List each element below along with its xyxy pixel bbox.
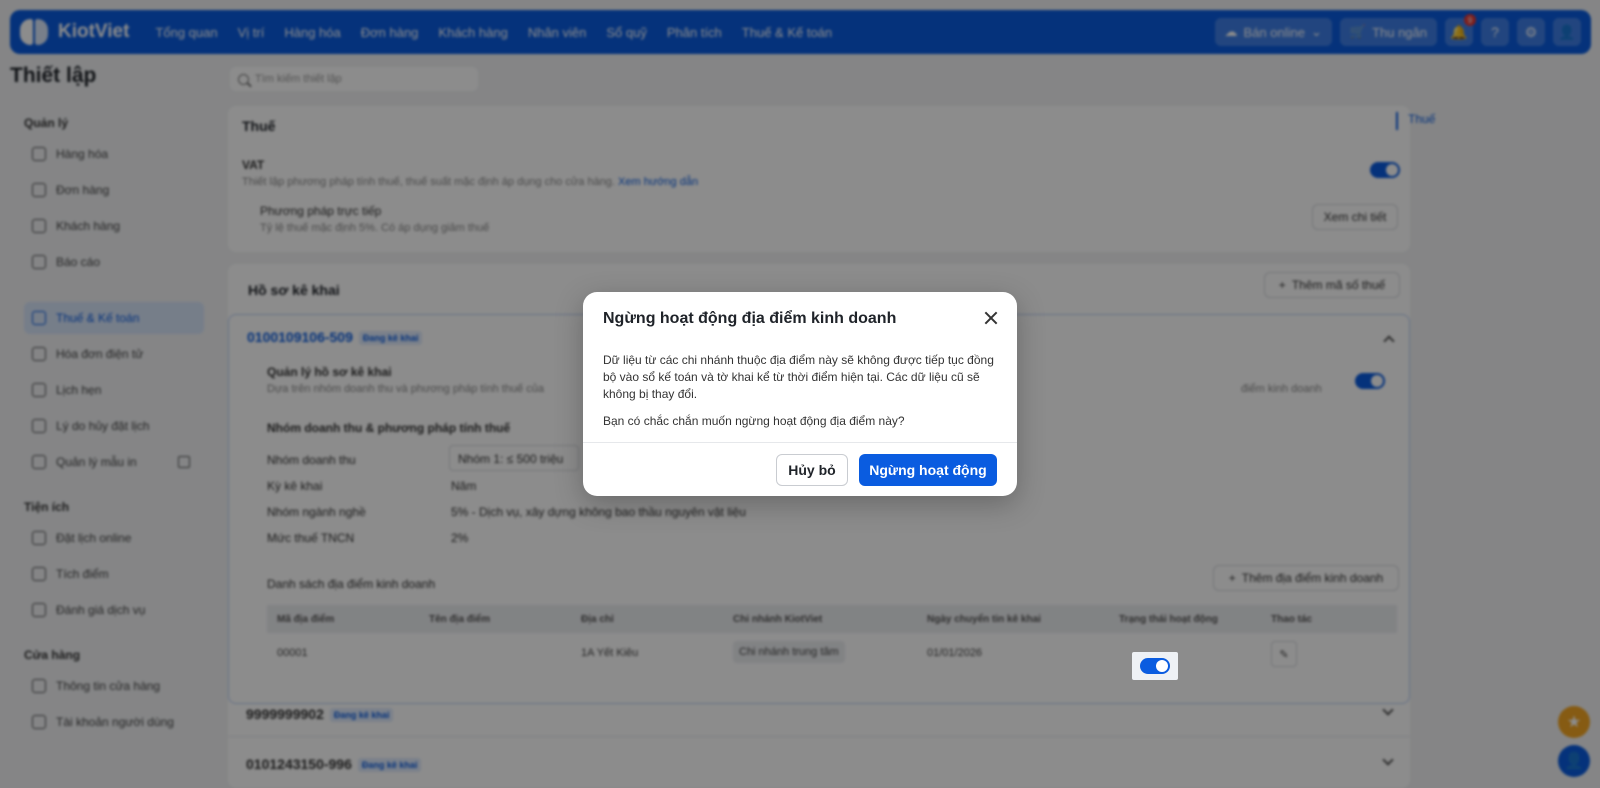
dialog-question: Bạn có chắc chắn muốn ngừng hoạt động đị… (603, 414, 905, 428)
dialog-message: Dữ liệu từ các chi nhánh thuộc địa điểm … (603, 353, 994, 401)
deactivate-location-dialog: Ngừng hoạt động địa điểm kinh doanh Dữ l… (583, 292, 1017, 496)
deactivate-button[interactable]: Ngừng hoạt động (859, 454, 997, 486)
dialog-divider (583, 442, 1017, 443)
status-toggle-highlight (1132, 652, 1178, 680)
close-icon[interactable] (981, 308, 1001, 328)
dialog-title: Ngừng hoạt động địa điểm kinh doanh (603, 310, 897, 327)
location-status-toggle[interactable] (1140, 658, 1170, 674)
cancel-button[interactable]: Hủy bỏ (776, 454, 848, 486)
